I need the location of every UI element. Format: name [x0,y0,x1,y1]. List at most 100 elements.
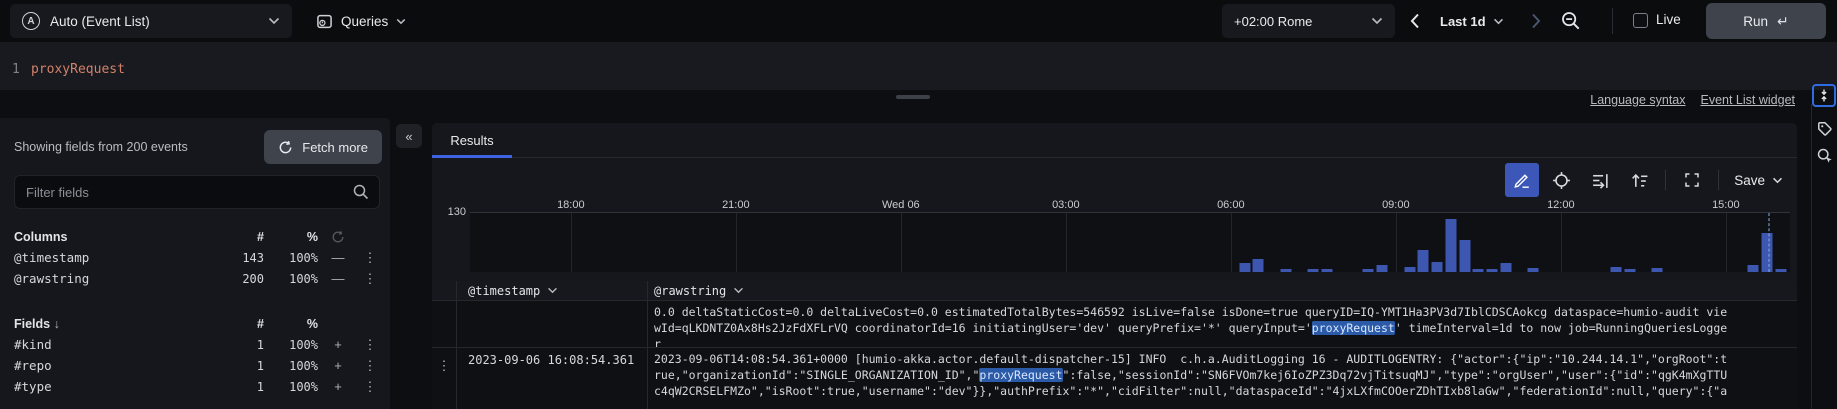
rawstring-cell: 2023-09-06T14:08:54.361+0000 [humio-akka… [647,348,1797,409]
histogram-bar [1762,233,1773,272]
histogram-bar [1652,268,1663,272]
columns-refresh-icon[interactable] [318,230,358,244]
timestamp-column-header[interactable]: @timestamp [468,284,540,298]
field-count: 143 [218,251,264,265]
field-name: #type [14,379,218,394]
columns-section-header: Columns # % [14,226,382,247]
sort-descending-icon[interactable]: ↓ [54,317,60,331]
x-tick-label: Wed 06 [882,199,920,211]
widget-selector-label: Auto (Event List) [50,14,268,29]
field-percent: 100% [264,272,318,286]
zoom-out-time-button[interactable] [1560,10,1582,32]
crosshair-button[interactable] [1544,163,1578,197]
histogram-bar [1280,269,1291,272]
histogram-bar [1432,262,1443,272]
timezone-label: +02:00 Rome [1234,14,1371,29]
fetch-more-button[interactable]: Fetch more [264,130,382,164]
row-menu-kebab[interactable]: ⋮ [438,358,451,373]
field-percent: 100% [264,251,318,265]
language-syntax-link[interactable]: Language syntax [1590,93,1685,107]
draw-select-button[interactable] [1505,163,1539,197]
collapse-sidebar-button[interactable]: « [396,124,422,148]
time-forward-button[interactable] [1531,11,1545,31]
field-row[interactable]: #type1100%+⋮ [14,376,382,397]
editor-footer-strip: Language syntax Event List widget [0,90,1837,118]
field-row[interactable]: @timestamp143100%—⋮ [14,247,382,268]
wrap-lines-icon [1591,171,1610,190]
chevron-down-icon [547,287,558,294]
time-back-button[interactable] [1410,11,1424,31]
field-row[interactable]: #repo1100%+⋮ [14,355,382,376]
histogram-bar [1308,269,1319,272]
field-action-button[interactable]: + [318,379,358,394]
histogram-bar [1459,240,1470,272]
results-tabs: Results [432,123,1797,158]
histogram-bar [1404,267,1415,272]
refresh-icon [278,140,293,155]
field-action-button[interactable]: — [318,271,358,286]
x-gridline [1726,213,1727,272]
event-histogram: 130 18:0021:00Wed 0603:0006:0009:0012:00… [432,200,1797,272]
highlighted-match: proxyRequest [1312,321,1395,335]
table-row[interactable]: ⋮ 2023-09-06 16:08:54.3612023-09-06T14:08… [432,348,1797,409]
chevron-down-icon [268,17,280,25]
query-editor[interactable]: 1 proxyRequest [0,42,1837,90]
field-menu-kebab[interactable]: ⋮ [358,359,382,372]
rawstring-cell: 0.0 deltaStaticCost=0.0 deltaLiveCost=0.… [647,301,1797,347]
field-action-button[interactable]: + [318,358,358,373]
x-gridline [1066,213,1067,272]
field-menu-kebab[interactable]: ⋮ [358,380,382,393]
widget-type-selector[interactable]: A Auto (Event List) [10,4,292,38]
filter-fields-input[interactable] [14,175,380,209]
histogram-bar [1473,269,1484,272]
save-button[interactable]: Save [1728,173,1789,188]
zoom-out-icon [1560,10,1582,32]
rawstring-column-menu[interactable] [733,287,744,294]
timestamp-cell: 2023-09-06 16:08:54.361 [456,348,647,409]
live-checkbox[interactable] [1633,13,1648,28]
field-menu-kebab[interactable]: ⋮ [358,272,382,285]
timestamp-cell [456,301,647,347]
right-rail-divider [1811,104,1812,409]
collapse-editor-button[interactable] [1812,84,1836,107]
field-count: 200 [218,272,264,286]
chevron-down-icon [733,287,744,294]
x-gridline [1561,213,1562,272]
sort-ascending-button[interactable] [1622,163,1656,197]
field-percent: 100% [264,359,318,373]
field-row[interactable]: @rawstring200100%—⋮ [14,268,382,289]
editor-resize-handle[interactable] [896,95,930,99]
field-count: 1 [218,359,264,373]
tag-fields-button[interactable] [1815,119,1834,138]
field-percent: 100% [264,338,318,352]
timestamp-column-menu[interactable] [547,287,558,294]
queries-label: Queries [341,14,388,29]
field-action-button[interactable]: + [318,337,358,352]
inspect-search-button[interactable] [1815,146,1834,165]
field-menu-kebab[interactable]: ⋮ [358,338,382,351]
event-list-table: @timestamp @rawstring 0.0 deltaStaticCos… [432,281,1797,409]
query-text[interactable]: proxyRequest [31,62,125,77]
active-tab-underline [432,155,512,158]
highlighted-match: proxyRequest [979,368,1062,382]
fullscreen-button[interactable] [1675,163,1709,197]
tab-results[interactable]: Results [432,123,512,158]
histogram-plot-area[interactable]: 18:0021:00Wed 0603:0006:0009:0012:0015:0… [470,212,1790,272]
field-name: #repo [14,358,218,373]
run-button[interactable]: Run ↵ [1706,3,1826,39]
toolbar-divider [1718,170,1719,190]
timezone-selector[interactable]: +02:00 Rome [1222,4,1395,38]
field-menu-kebab[interactable]: ⋮ [358,251,382,264]
x-tick-label: 15:00 [1712,199,1740,211]
field-action-button[interactable]: — [318,250,358,265]
queries-menu-button[interactable]: Queries [316,4,406,38]
live-label[interactable]: Live [1656,12,1681,27]
wrap-lines-button[interactable] [1583,163,1617,197]
rawstring-column-header[interactable]: @rawstring [654,284,726,298]
table-row[interactable]: 0.0 deltaStaticCost=0.0 deltaLiveCost=0.… [432,301,1797,348]
fullscreen-icon [1683,171,1701,189]
field-row[interactable]: #kind1100%+⋮ [14,334,382,355]
event-list-widget-link[interactable]: Event List widget [1701,93,1796,107]
time-range-selector[interactable]: Last 1d [1440,7,1504,35]
field-name: @rawstring [14,271,218,286]
